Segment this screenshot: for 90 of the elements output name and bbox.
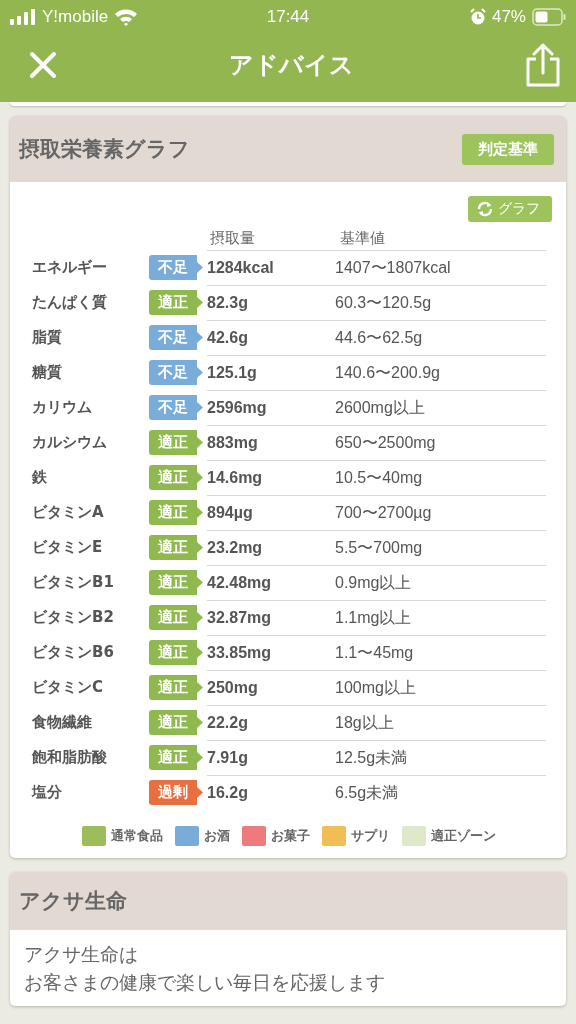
legend-label: お酒 xyxy=(204,827,230,845)
close-icon xyxy=(28,50,58,80)
status-tag: 適正 xyxy=(149,500,203,525)
nutrient-name: 鉄 xyxy=(32,468,48,487)
intake-value: 7.91g xyxy=(207,749,249,767)
status-tag: 適正 xyxy=(149,640,203,665)
signal-icon xyxy=(10,9,36,25)
reference-range: 140.6〜200.9g xyxy=(335,362,440,383)
reference-range: 5.5〜700mg xyxy=(335,537,423,558)
intake-value: 42.6g xyxy=(207,329,249,347)
nutrient-name: ビタミンE xyxy=(32,538,104,557)
reference-range: 6.5g未満 xyxy=(335,782,399,803)
intake-value: 1284kcal xyxy=(207,259,275,277)
nutrient-name: ビタミンB1 xyxy=(32,573,115,592)
intake-value: 894µg xyxy=(207,504,254,522)
nutrient-name: ビタミンB2 xyxy=(32,608,115,627)
nutrient-name: カルシウム xyxy=(32,433,108,452)
nutrient-name: 脂質 xyxy=(32,328,63,347)
nutrient-name: ビタミンA xyxy=(32,503,105,522)
nutrient-name: たんぱく質 xyxy=(32,293,108,312)
intake-value: 16.2g xyxy=(207,784,249,802)
nutrient-name: 塩分 xyxy=(32,783,63,802)
legend-label: 通常食品 xyxy=(111,827,163,845)
intake-value: 33.85mg xyxy=(207,644,273,662)
intake-value: 250mg xyxy=(207,679,259,697)
status-tag: 不足 xyxy=(149,255,203,280)
share-button[interactable] xyxy=(524,43,562,87)
body-text: アクサ生命は xyxy=(24,942,139,967)
reference-range: 700〜2700µg xyxy=(335,502,432,523)
refresh-icon xyxy=(476,200,494,218)
close-button[interactable] xyxy=(28,50,58,80)
body-text: お客さまの健康で楽しい毎日を応援します xyxy=(24,970,386,995)
status-tag: 適正 xyxy=(149,290,203,315)
reference-range: 12.5g未満 xyxy=(335,747,408,768)
nutrient-name: ビタミンB6 xyxy=(32,643,115,662)
nutrient-name: 糖質 xyxy=(32,363,63,382)
status-tag: 適正 xyxy=(149,430,203,455)
intake-value: 883mg xyxy=(207,434,259,452)
card-title: アクサ生命 xyxy=(19,888,127,915)
nutrient-name: 飽和脂肪酸 xyxy=(32,748,108,767)
column-header: 摂取量 xyxy=(210,228,256,248)
status-tag: 適正 xyxy=(149,675,203,700)
battery-icon xyxy=(532,8,566,26)
reference-range: 18g以上 xyxy=(335,712,394,733)
intake-value: 42.48mg xyxy=(207,574,273,592)
criteria-button[interactable]: 判定基準 xyxy=(462,133,554,165)
intake-value: 14.6mg xyxy=(207,469,264,487)
card-title: 摂取栄養素グラフ xyxy=(19,136,190,163)
intake-value: 82.3g xyxy=(207,294,249,312)
status-tag: 適正 xyxy=(149,710,203,735)
status-time: 17:44 xyxy=(266,7,310,27)
column-header: 基準値 xyxy=(340,228,385,248)
nutrient-name: 食物繊維 xyxy=(32,713,93,732)
legend-label: お菓子 xyxy=(271,827,310,845)
intake-value: 23.2mg xyxy=(207,539,264,557)
reference-range: 100mg以上 xyxy=(335,677,416,698)
status-tag: 適正 xyxy=(149,745,203,770)
intake-value: 32.87mg xyxy=(207,609,273,627)
share-icon xyxy=(524,43,562,87)
status-tag: 適正 xyxy=(149,465,203,490)
legend-label: 適正ゾーン xyxy=(431,827,496,845)
reference-range: 1407〜1807kcal xyxy=(335,257,451,278)
legend-label: サプリ xyxy=(351,827,390,845)
carrier-name: Y!mobile xyxy=(42,7,109,27)
status-tag: 不足 xyxy=(149,325,203,350)
wifi-icon xyxy=(114,8,139,26)
nutrient-name: カリウム xyxy=(32,398,93,417)
reference-range: 1.1mg以上 xyxy=(335,607,412,628)
reference-range: 650〜2500mg xyxy=(335,432,436,453)
graph-button[interactable]: グラフ xyxy=(468,196,552,222)
nutrient-name: エネルギー xyxy=(32,258,108,277)
reference-range: 2600mg以上 xyxy=(335,397,425,418)
battery-percent: 47% xyxy=(491,7,526,27)
intake-value: 2596mg xyxy=(207,399,268,417)
reference-range: 44.6〜62.5g xyxy=(335,327,423,348)
intake-value: 125.1g xyxy=(207,364,258,382)
status-tag: 過剰 xyxy=(149,780,203,805)
reference-range: 0.9mg以上 xyxy=(335,572,412,593)
screen-title: アドバイス xyxy=(228,50,354,81)
reference-range: 1.1〜45mg xyxy=(335,642,414,663)
status-tag: 不足 xyxy=(149,360,203,385)
status-tag: 適正 xyxy=(149,570,203,595)
status-tag: 適正 xyxy=(149,605,203,630)
intake-value: 22.2g xyxy=(207,714,249,732)
reference-range: 60.3〜120.5g xyxy=(335,292,432,313)
status-tag: 適正 xyxy=(149,535,203,560)
nutrient-name: ビタミンC xyxy=(32,678,104,697)
reference-range: 10.5〜40mg xyxy=(335,467,423,488)
status-tag: 不足 xyxy=(149,395,203,420)
alarm-icon xyxy=(469,8,486,26)
